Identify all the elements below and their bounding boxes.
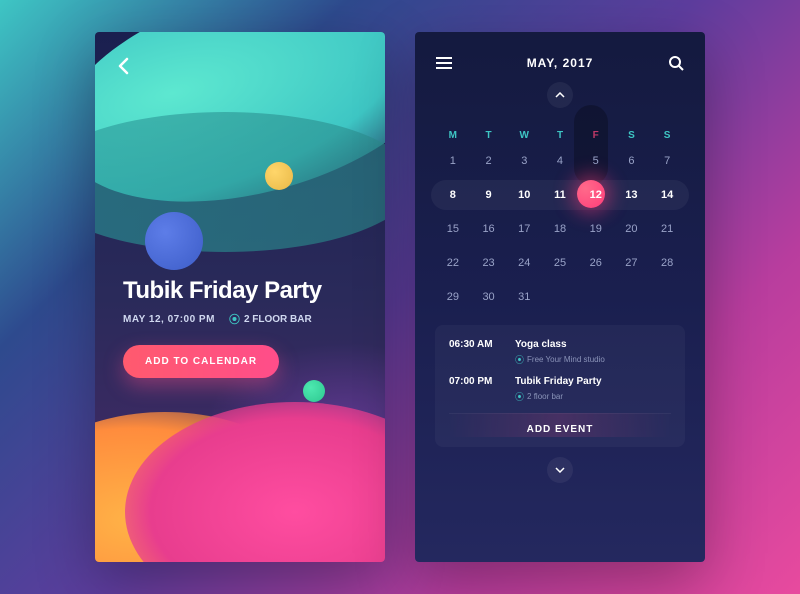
day-cell[interactable]: 18 [542, 215, 578, 243]
event-title: Tubik Friday Party [123, 277, 357, 305]
weekday-label: M [435, 124, 471, 147]
menu-button[interactable] [435, 54, 453, 72]
day-cell[interactable]: 28 [649, 249, 685, 277]
weekday-label: T [471, 124, 507, 147]
search-button[interactable] [667, 54, 685, 72]
day-cell[interactable]: 20 [614, 215, 650, 243]
back-button[interactable] [117, 57, 129, 81]
day-cell[interactable]: 24 [506, 249, 542, 277]
event-time: 07:00 PM [449, 376, 503, 403]
day-cell[interactable]: 27 [614, 249, 650, 277]
event-datetime: MAY 12, 07:00 PM [123, 314, 215, 325]
day-cell[interactable]: 2 [471, 147, 507, 175]
chevron-left-icon [117, 57, 129, 75]
chevron-up-icon [555, 92, 565, 98]
dot-decoration [265, 162, 293, 190]
event-row-location: ⦿2 floor bar [515, 390, 671, 403]
day-cell[interactable]: 29 [435, 283, 471, 311]
day-cell[interactable]: 10 [506, 181, 542, 209]
day-cell[interactable]: 12 [578, 181, 614, 209]
weekday-label: S [649, 124, 685, 147]
day-cell[interactable]: 8 [435, 181, 471, 209]
day-cell[interactable]: 15 [435, 215, 471, 243]
next-month-button[interactable] [547, 457, 573, 483]
day-cell[interactable]: 3 [506, 147, 542, 175]
event-location-text: 2 FLOOR BAR [244, 314, 312, 325]
day-cell[interactable]: 13 [614, 181, 650, 209]
day-cell[interactable]: 16 [471, 215, 507, 243]
day-cell[interactable]: 22 [435, 249, 471, 277]
event-row[interactable]: 07:00 PM Tubik Friday Party ⦿2 floor bar [449, 376, 671, 403]
event-row[interactable]: 06:30 AM Yoga class ⦿Free Your Mind stud… [449, 339, 671, 366]
days-grid: 1234567891011121314151617181920212223242… [435, 147, 685, 311]
weekday-row: MTWTFSS [435, 124, 685, 147]
day-cell[interactable]: 21 [649, 215, 685, 243]
add-event-button[interactable]: ADD EVENT [449, 413, 671, 437]
day-cell[interactable]: 23 [471, 249, 507, 277]
hamburger-icon [436, 57, 452, 69]
weekday-label: T [542, 124, 578, 147]
pin-icon: ⦿ [515, 390, 524, 403]
calendar-header: MAY, 2017 [435, 54, 685, 72]
day-cell[interactable]: 25 [542, 249, 578, 277]
chevron-down-icon [555, 467, 565, 473]
event-row-title: Tubik Friday Party [515, 376, 671, 387]
event-content: Tubik Friday Party MAY 12, 07:00 PM ⦿ 2 … [123, 277, 357, 378]
events-panel: 06:30 AM Yoga class ⦿Free Your Mind stud… [435, 325, 685, 447]
day-cell[interactable]: 4 [542, 147, 578, 175]
event-time: 06:30 AM [449, 339, 503, 366]
dot-decoration [145, 212, 203, 270]
prev-month-button[interactable] [547, 82, 573, 108]
dot-decoration [303, 380, 325, 402]
event-row-title: Yoga class [515, 339, 671, 350]
day-cell[interactable]: 19 [578, 215, 614, 243]
day-cell[interactable]: 6 [614, 147, 650, 175]
pin-icon: ⦿ [229, 311, 240, 327]
weekday-label: S [614, 124, 650, 147]
day-cell[interactable]: 5 [578, 147, 614, 175]
event-body: Yoga class ⦿Free Your Mind studio [515, 339, 671, 366]
wave-decoration [95, 112, 385, 252]
day-cell[interactable]: 9 [471, 181, 507, 209]
day-cell[interactable]: 17 [506, 215, 542, 243]
day-cell[interactable]: 11 [542, 181, 578, 209]
add-to-calendar-button[interactable]: ADD TO CALENDAR [123, 345, 279, 378]
calendar-title: MAY, 2017 [527, 56, 594, 70]
day-cell[interactable]: 26 [578, 249, 614, 277]
day-cell[interactable]: 31 [506, 283, 542, 311]
search-icon [668, 55, 684, 71]
day-cell[interactable]: 7 [649, 147, 685, 175]
event-body: Tubik Friday Party ⦿2 floor bar [515, 376, 671, 403]
day-cell[interactable]: 30 [471, 283, 507, 311]
event-row-location: ⦿Free Your Mind studio [515, 353, 671, 366]
day-cell[interactable]: 14 [649, 181, 685, 209]
event-location: ⦿ 2 FLOOR BAR [229, 311, 312, 327]
event-meta: MAY 12, 07:00 PM ⦿ 2 FLOOR BAR [123, 311, 357, 327]
event-detail-screen: Tubik Friday Party MAY 12, 07:00 PM ⦿ 2 … [95, 32, 385, 562]
calendar-screen: MAY, 2017 MTWTFSS 1234567891011121314151… [415, 32, 705, 562]
weekday-label: W [506, 124, 542, 147]
day-cell[interactable]: 1 [435, 147, 471, 175]
pin-icon: ⦿ [515, 353, 524, 366]
